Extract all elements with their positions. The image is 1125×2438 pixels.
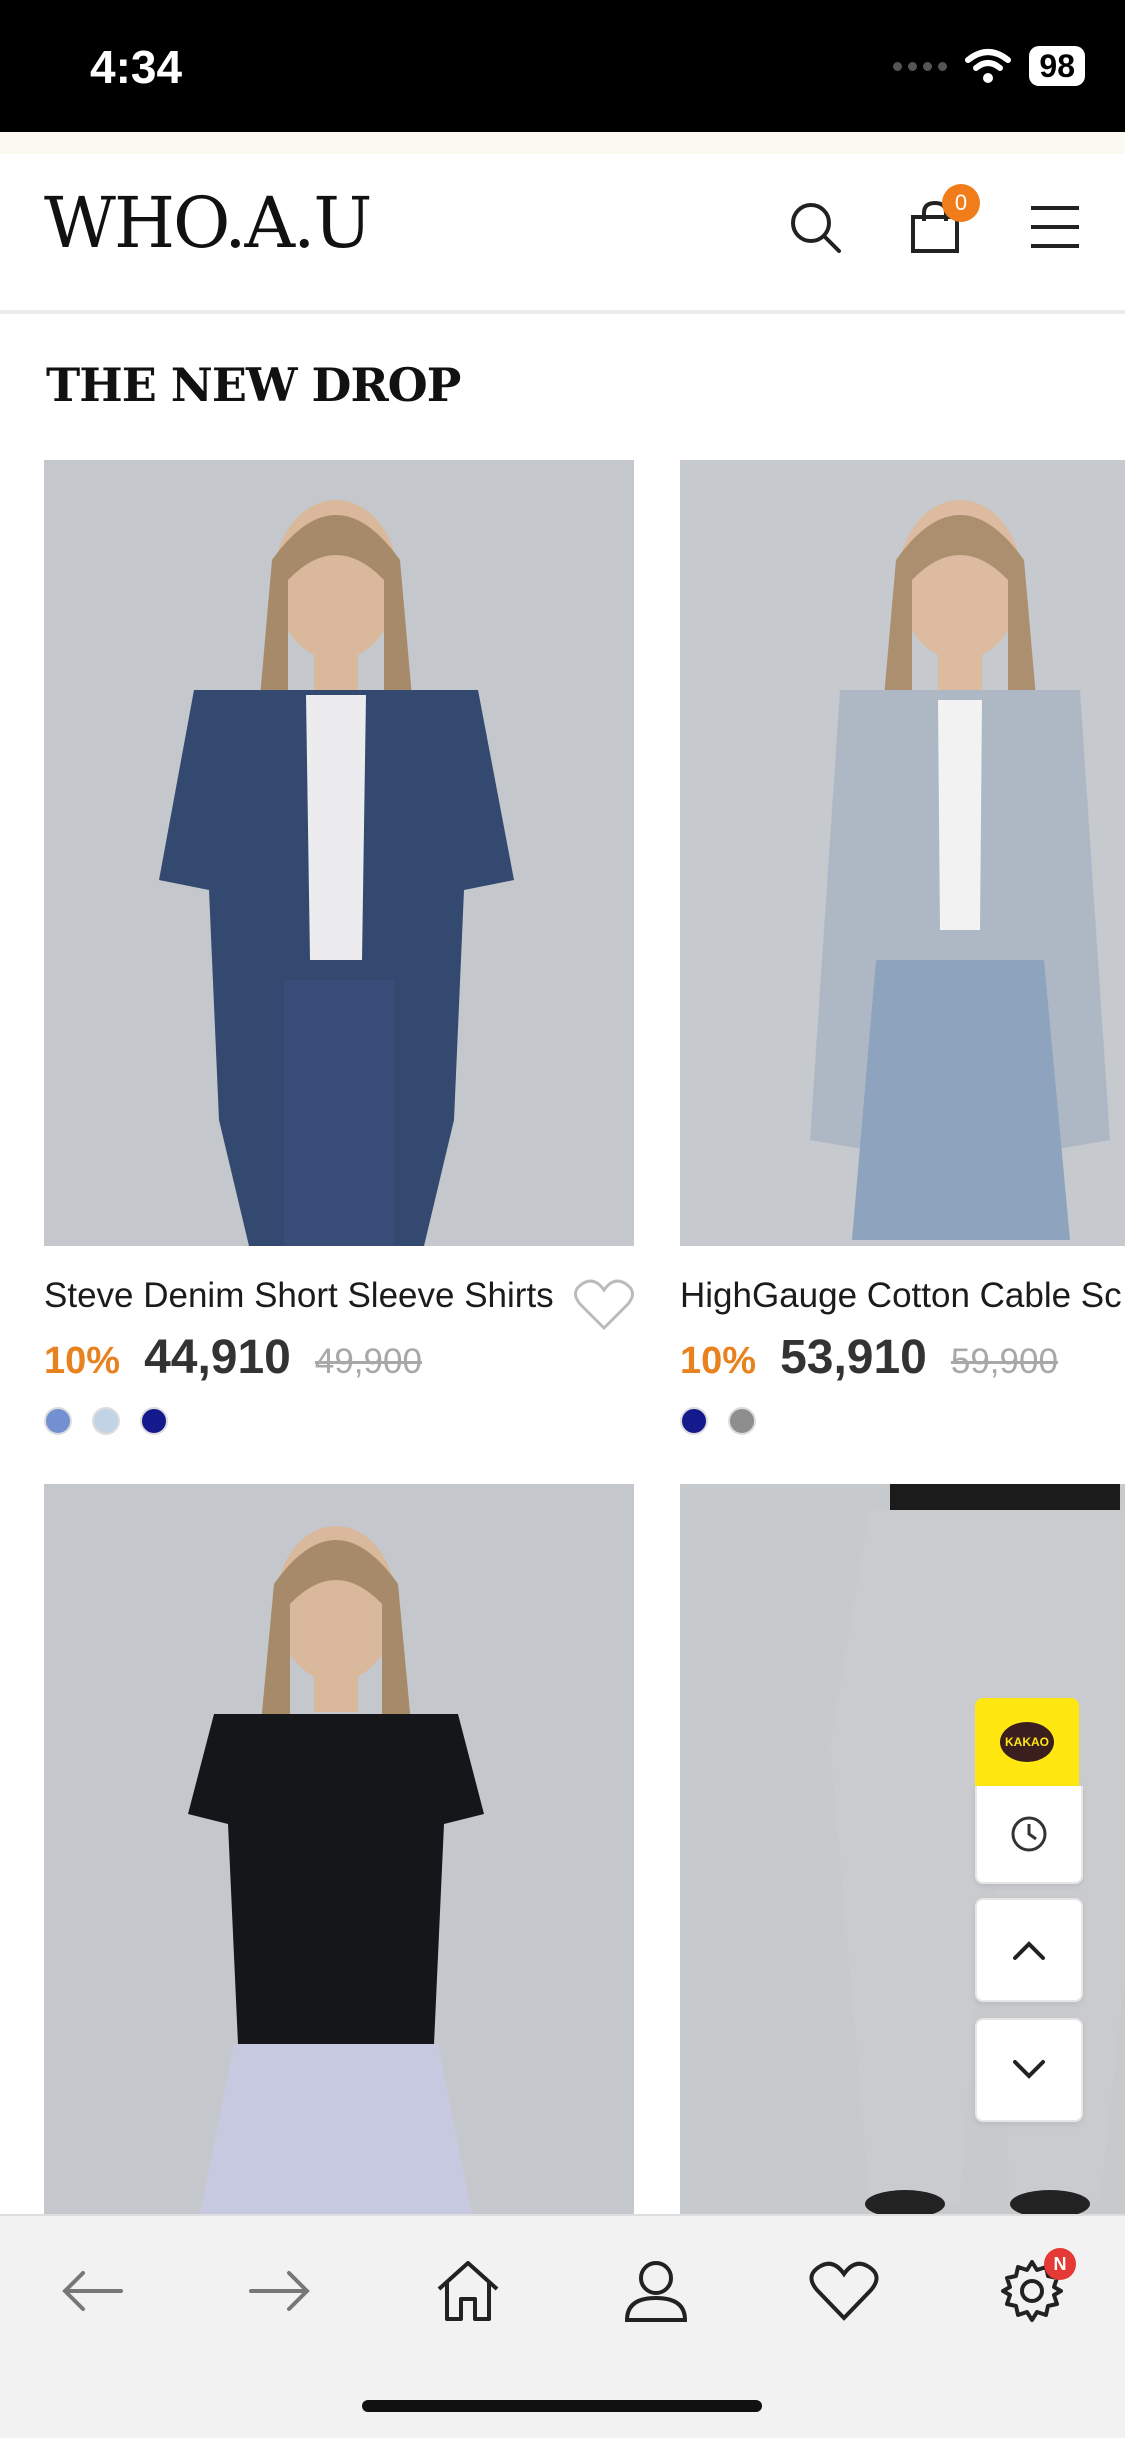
cart-button[interactable]: 0: [900, 184, 980, 262]
settings-button[interactable]: N: [982, 2246, 1082, 2336]
site-header: WHO.A.U 0: [0, 132, 1125, 314]
wishlist-button[interactable]: [794, 2246, 894, 2336]
original-price: 59,900: [950, 1342, 1058, 1381]
color-swatches: [44, 1407, 634, 1435]
recent-view-button[interactable]: [975, 1786, 1083, 1884]
search-icon[interactable]: [780, 192, 850, 262]
home-button[interactable]: [418, 2246, 518, 2336]
scroll-down-button[interactable]: [975, 2018, 1083, 2122]
status-time: 4:34: [90, 41, 183, 93]
back-button[interactable]: [42, 2246, 142, 2336]
chevron-up-icon: [1013, 1941, 1045, 1960]
product-card[interactable]: HighGauge Cotton Cable Sc 10% 53,910 59,…: [680, 460, 1125, 1435]
product-image[interactable]: [680, 460, 1125, 1246]
original-price: 49,900: [314, 1342, 422, 1381]
status-icons: 98: [893, 46, 1085, 86]
price-row: 10% 44,910 49,900: [44, 1330, 634, 1385]
product-image[interactable]: [44, 460, 634, 1246]
user-icon: [624, 2261, 688, 2322]
notification-badge: N: [1044, 2248, 1076, 2280]
discount-rate: 10%: [680, 1340, 757, 1382]
product-grid: Steve Denim Short Sleeve Shirts 10% 44,9…: [0, 460, 1125, 2216]
product-name[interactable]: HighGauge Cotton Cable Sc: [680, 1276, 1125, 1316]
color-swatch[interactable]: [728, 1407, 756, 1435]
color-swatch[interactable]: [140, 1407, 168, 1435]
home-indicator: [362, 2400, 762, 2412]
status-bar: 4:34 98: [0, 0, 1125, 132]
forward-button[interactable]: [230, 2246, 330, 2336]
menu-icon[interactable]: [1020, 192, 1090, 262]
price-row: 10% 53,910 59,900: [680, 1330, 1125, 1385]
section-title: THE NEW DROP: [46, 358, 461, 412]
brand-logo[interactable]: WHO.A.U: [44, 182, 372, 264]
chevron-down-icon: [1013, 2060, 1045, 2079]
top-banner-strip: [0, 132, 1125, 154]
signal-icon: [893, 61, 948, 71]
home-icon: [437, 2261, 499, 2321]
cart-count-badge: 0: [942, 184, 980, 222]
heart-icon: [809, 2261, 879, 2321]
sale-price: 44,910: [144, 1331, 291, 1384]
kakao-chat-button[interactable]: KAKAO: [975, 1698, 1079, 1786]
account-button[interactable]: [606, 2246, 706, 2336]
kakao-icon: KAKAO: [1000, 1722, 1054, 1762]
battery-indicator: 98: [1029, 46, 1085, 86]
color-swatch[interactable]: [680, 1407, 708, 1435]
discount-rate: 10%: [44, 1340, 121, 1382]
product-card[interactable]: [44, 1484, 634, 2216]
color-swatch[interactable]: [44, 1407, 72, 1435]
product-image[interactable]: [44, 1484, 634, 2216]
product-card[interactable]: Steve Denim Short Sleeve Shirts 10% 44,9…: [44, 460, 634, 1435]
wishlist-heart-icon[interactable]: [574, 1278, 634, 1337]
color-swatches: [680, 1407, 1125, 1435]
wifi-icon: [965, 49, 1012, 83]
clock-icon: [1011, 1816, 1047, 1852]
scroll-up-button[interactable]: [975, 1898, 1083, 2002]
color-swatch[interactable]: [92, 1407, 120, 1435]
arrow-left-icon: [62, 2271, 123, 2311]
arrow-right-icon: [249, 2271, 310, 2311]
sale-price: 53,910: [780, 1331, 927, 1384]
product-name[interactable]: Steve Denim Short Sleeve Shirts: [44, 1276, 634, 1316]
